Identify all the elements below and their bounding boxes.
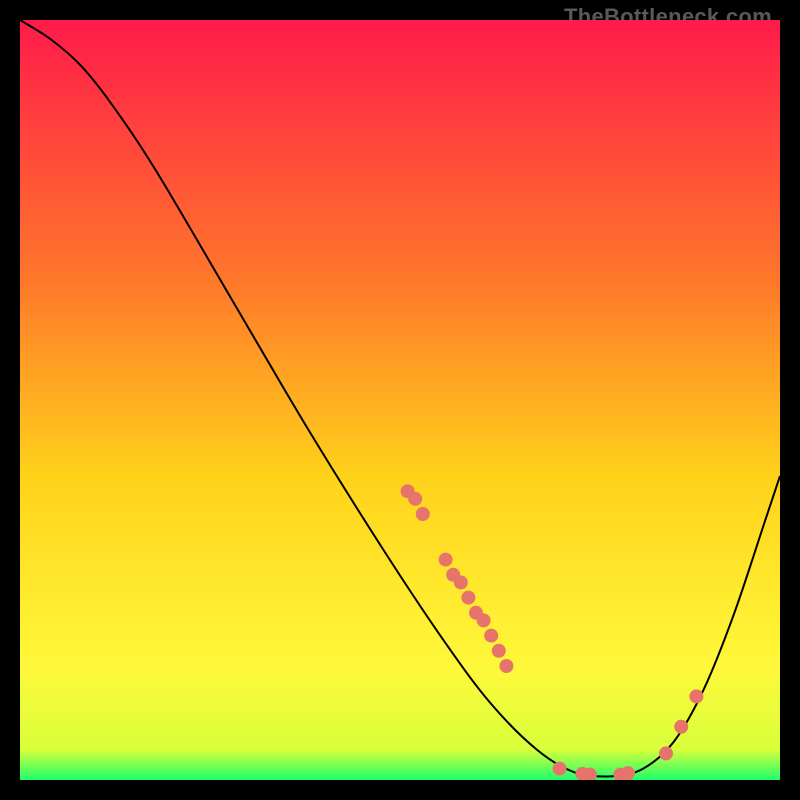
- data-marker: [477, 613, 491, 627]
- data-marker: [553, 762, 567, 776]
- data-marker: [454, 575, 468, 589]
- data-marker: [439, 553, 453, 567]
- data-marker: [621, 766, 635, 780]
- chart-container: TheBottleneck.com: [0, 0, 800, 800]
- plot-area: [20, 20, 780, 780]
- data-marker: [659, 746, 673, 760]
- data-marker: [416, 507, 430, 521]
- data-marker: [499, 659, 513, 673]
- data-marker: [492, 644, 506, 658]
- data-marker: [408, 492, 422, 506]
- data-marker: [689, 689, 703, 703]
- chart-svg: [20, 20, 780, 780]
- chart-background: [20, 20, 780, 780]
- data-marker: [484, 629, 498, 643]
- data-marker: [674, 720, 688, 734]
- data-marker: [461, 591, 475, 605]
